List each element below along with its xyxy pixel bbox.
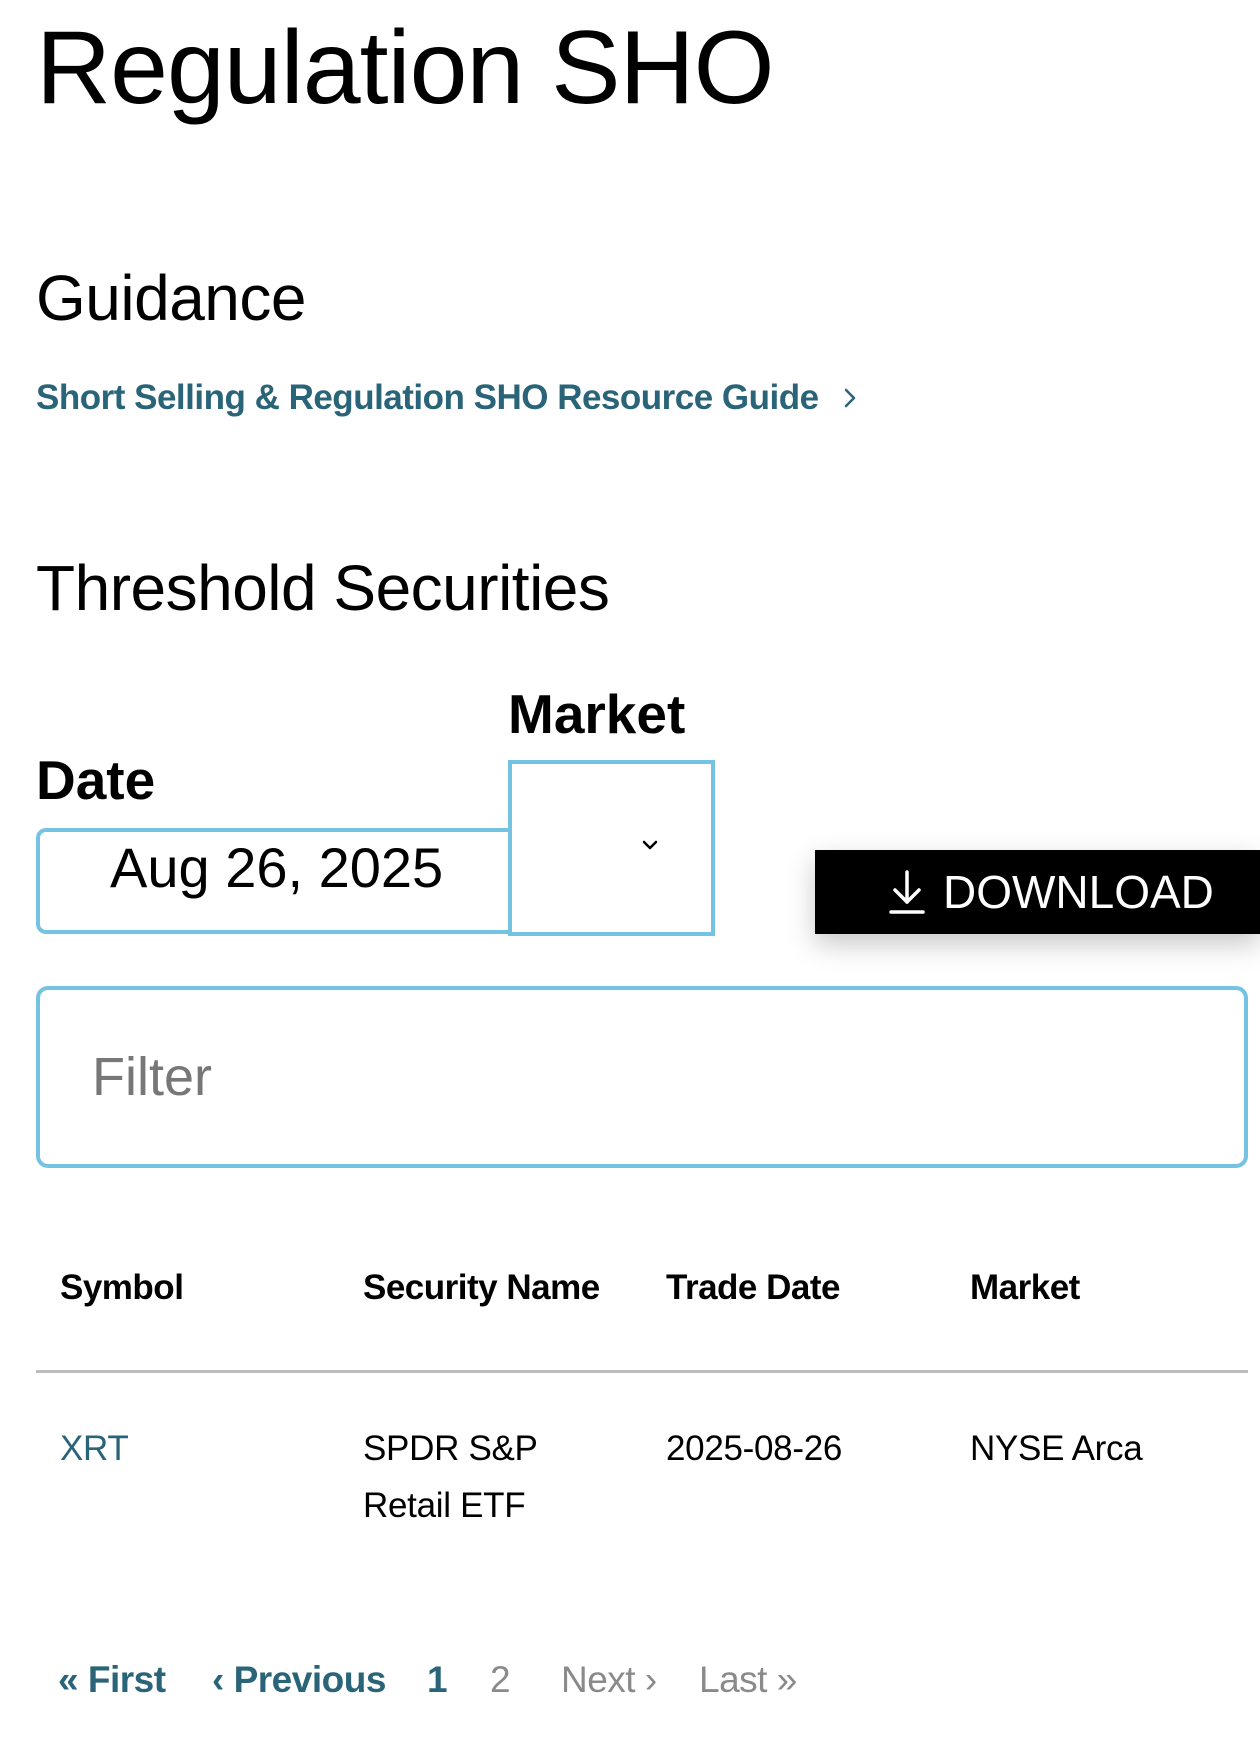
page-title: Regulation SHO (36, 10, 775, 126)
download-button[interactable]: DOWNLOAD (815, 850, 1260, 934)
pagination-next-link[interactable]: Next › (561, 1656, 657, 1704)
column-header-security-name[interactable]: Security Name (363, 1268, 600, 1308)
threshold-securities-heading: Threshold Securities (36, 552, 610, 624)
pagination-previous-link[interactable]: ‹ Previous (212, 1656, 386, 1704)
date-label: Date (36, 749, 156, 811)
column-header-symbol[interactable]: Symbol (60, 1268, 184, 1308)
pagination-page-2[interactable]: 2 (490, 1656, 511, 1704)
pagination-last-link[interactable]: Last » (699, 1656, 797, 1704)
table-divider (36, 1370, 1248, 1373)
market-cell: NYSE Arca (970, 1429, 1143, 1468)
date-input-value: Aug 26, 2025 (110, 836, 444, 899)
guidance-heading: Guidance (36, 262, 306, 334)
download-icon (889, 870, 925, 914)
symbol-link[interactable]: XRT (60, 1420, 129, 1477)
page: Regulation SHO Guidance Short Selling & … (0, 0, 1260, 1737)
column-header-market[interactable]: Market (970, 1268, 1080, 1308)
resource-guide-link[interactable]: Short Selling & Regulation SHO Resource … (36, 378, 863, 418)
chevron-down-icon (642, 840, 658, 850)
column-header-trade-date[interactable]: Trade Date (666, 1268, 840, 1308)
filter-input[interactable] (36, 986, 1248, 1168)
download-button-label: DOWNLOAD (943, 866, 1214, 918)
chevron-right-icon (844, 388, 855, 408)
trade-date-cell: 2025-08-26 (666, 1429, 843, 1468)
resource-guide-link-label: Short Selling & Regulation SHO Resource … (36, 378, 819, 417)
pagination-page-1[interactable]: 1 (427, 1656, 448, 1704)
pagination-first-link[interactable]: « First (58, 1656, 166, 1704)
market-label: Market (508, 683, 686, 745)
security-name-cell: SPDR S&P Retail ETF (363, 1429, 537, 1525)
market-select[interactable] (508, 760, 715, 936)
